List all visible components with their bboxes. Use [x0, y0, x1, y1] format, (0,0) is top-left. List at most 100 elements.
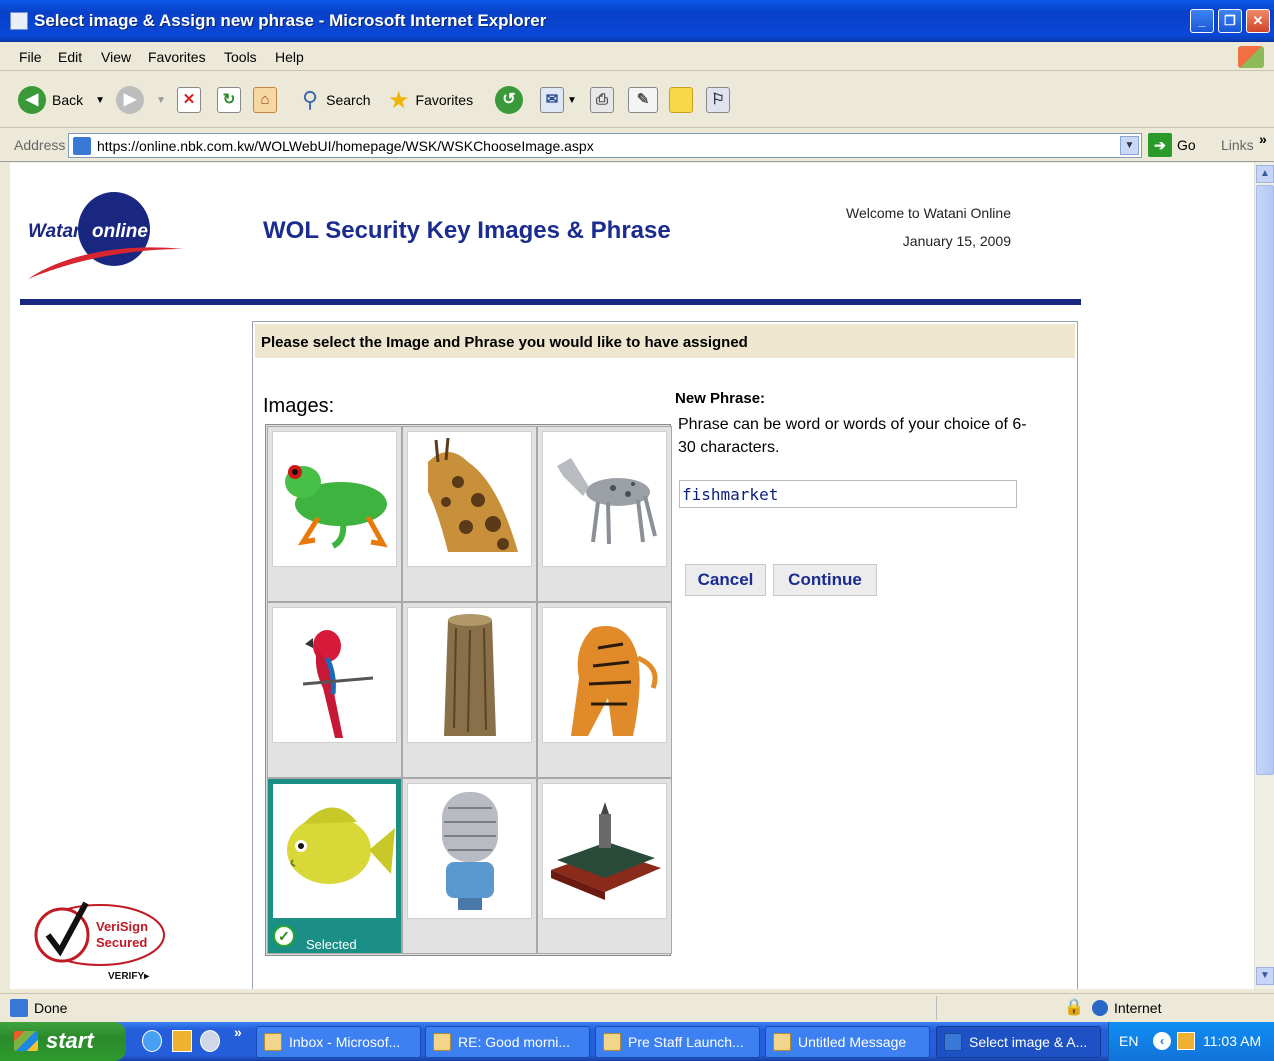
home-button[interactable]: ⌂ — [253, 84, 277, 116]
menu-help[interactable]: Help — [275, 49, 304, 65]
mail-dropdown-icon[interactable]: ▼ — [567, 95, 577, 106]
status-divider — [936, 996, 937, 1020]
taskbar-button-label: Pre Staff Launch... — [628, 1034, 744, 1050]
page-viewport: Watani online WOL Security Key Images & … — [10, 163, 1254, 989]
search-label: Search — [326, 92, 371, 108]
language-indicator[interactable]: EN — [1119, 1033, 1138, 1049]
logo-text-watani: Watani — [28, 221, 91, 242]
image-option-books[interactable] — [537, 778, 672, 954]
links-chevron-icon[interactable]: » — [1259, 131, 1267, 147]
menu-bar: File Edit View Favorites Tools Help — [0, 43, 1274, 71]
go-button[interactable]: Go — [1177, 137, 1196, 153]
mail-button[interactable]: ✉ ▼ — [540, 84, 577, 116]
header-divider — [20, 299, 1081, 305]
phrase-input[interactable]: fishmarket — [679, 480, 1017, 508]
log-image — [407, 607, 532, 743]
refresh-button[interactable]: ↻ — [217, 84, 241, 116]
lock-icon: 🔒 — [1064, 999, 1084, 1016]
favorites-button[interactable]: ★ Favorites — [388, 84, 473, 116]
discuss-button[interactable] — [669, 84, 693, 116]
microphone-image — [407, 783, 532, 919]
menu-tools[interactable]: Tools — [224, 49, 257, 65]
edit-button[interactable]: ✎ — [628, 84, 658, 116]
tray-outlook-icon[interactable] — [1177, 1032, 1195, 1050]
taskbar-button-label: RE: Good morni... — [458, 1034, 571, 1050]
address-field[interactable]: https://online.nbk.com.kw/WOLWebUI/homep… — [68, 133, 1142, 158]
address-dropdown-icon[interactable]: ▼ — [1120, 136, 1139, 155]
restore-button[interactable]: ❐ — [1218, 9, 1242, 33]
verisign-text: VeriSign — [96, 919, 148, 934]
secured-text: Secured — [96, 935, 147, 950]
image-option-log[interactable] — [402, 602, 537, 778]
vertical-scrollbar[interactable]: ▲ ▼ — [1254, 163, 1274, 989]
scroll-up-icon[interactable]: ▲ — [1256, 165, 1274, 183]
menu-file[interactable]: File — [19, 49, 42, 65]
taskbar-button-select-image[interactable]: Select image & A... — [936, 1026, 1101, 1058]
messenger-button[interactable]: ⚐ — [706, 84, 730, 116]
mail-icon — [773, 1033, 791, 1051]
giraffe-image — [407, 431, 532, 567]
history-button[interactable]: ↺ — [495, 84, 523, 116]
print-button[interactable]: ⎙ — [590, 84, 614, 116]
quicklaunch-desktop-icon[interactable] — [200, 1030, 220, 1052]
image-option-fish[interactable]: ✓ Selected — [267, 778, 402, 954]
parrot-image — [272, 607, 397, 743]
back-button[interactable]: ◀ Back ▼ — [18, 84, 105, 116]
taskbar-button-label: Inbox - Microsof... — [289, 1034, 401, 1050]
forward-dropdown-icon[interactable]: ▼ — [156, 95, 166, 106]
history-icon: ↺ — [495, 86, 523, 114]
stop-button[interactable]: ✕ — [177, 84, 201, 116]
mail-icon — [603, 1033, 621, 1051]
images-label: Images: — [263, 395, 335, 417]
image-option-parrot[interactable] — [267, 602, 402, 778]
messenger-icon: ⚐ — [706, 87, 730, 113]
image-option-microphone[interactable] — [402, 778, 537, 954]
status-text: Done — [34, 1000, 68, 1016]
start-button[interactable]: start — [0, 1022, 126, 1061]
continue-button[interactable]: Continue — [773, 564, 877, 596]
fish-image — [272, 783, 397, 919]
links-button[interactable]: Links — [1221, 137, 1254, 153]
taskbar-button-untitled-message[interactable]: Untitled Message — [765, 1026, 930, 1058]
cancel-button[interactable]: Cancel — [685, 564, 766, 596]
image-option-giraffe[interactable] — [402, 426, 537, 602]
scroll-down-icon[interactable]: ▼ — [1256, 967, 1274, 985]
page-header: Watani online WOL Security Key Images & … — [10, 163, 1110, 313]
selection-panel: Please select the Image and Phrase you w… — [252, 321, 1078, 989]
frog-image — [272, 431, 397, 567]
image-grid: ✓ Selected — [265, 424, 672, 956]
taskbar-button-pre-staff-launch[interactable]: Pre Staff Launch... — [595, 1026, 760, 1058]
back-arrow-icon: ◀ — [18, 86, 46, 114]
outlook-icon — [264, 1033, 282, 1051]
image-option-tiger[interactable] — [537, 602, 672, 778]
forward-button[interactable]: ▶ ▼ — [116, 84, 166, 116]
verify-text: VERIFY▸ — [108, 971, 150, 982]
tray-expand-icon[interactable]: ‹ — [1153, 1032, 1171, 1050]
image-option-frog[interactable] — [267, 426, 402, 602]
image-option-dog[interactable] — [537, 426, 672, 602]
back-dropdown-icon[interactable]: ▼ — [95, 95, 105, 106]
quicklaunch-ie-icon[interactable] — [142, 1030, 162, 1052]
menu-edit[interactable]: Edit — [58, 49, 82, 65]
close-button[interactable]: ✕ — [1246, 9, 1270, 33]
edit-icon: ✎ — [628, 87, 658, 113]
search-button[interactable]: ⚲ Search — [302, 84, 370, 116]
menu-favorites[interactable]: Favorites — [148, 49, 206, 65]
internet-zone-icon — [1092, 1000, 1108, 1016]
go-arrow-icon[interactable]: ➔ — [1148, 133, 1172, 157]
print-icon: ⎙ — [590, 87, 614, 113]
back-label: Back — [52, 92, 84, 108]
minimize-button[interactable]: _ — [1190, 9, 1214, 33]
menu-view[interactable]: View — [101, 49, 131, 65]
verisign-secured-seal: VeriSign Secured VERIFY▸ — [34, 901, 165, 982]
scroll-thumb[interactable] — [1256, 185, 1274, 775]
quicklaunch-outlook-icon[interactable] — [172, 1030, 192, 1052]
tiger-image — [542, 607, 667, 743]
clock[interactable]: 11:03 AM — [1203, 1033, 1261, 1049]
books-image — [542, 783, 667, 919]
quicklaunch-chevron[interactable]: » — [234, 1024, 242, 1040]
taskbar-button-re-good-morning[interactable]: RE: Good morni... — [425, 1026, 590, 1058]
taskbar-button-inbox[interactable]: Inbox - Microsof... — [256, 1026, 421, 1058]
taskbar-button-label: Select image & A... — [969, 1034, 1088, 1050]
selected-check-icon: ✓ — [273, 925, 295, 947]
